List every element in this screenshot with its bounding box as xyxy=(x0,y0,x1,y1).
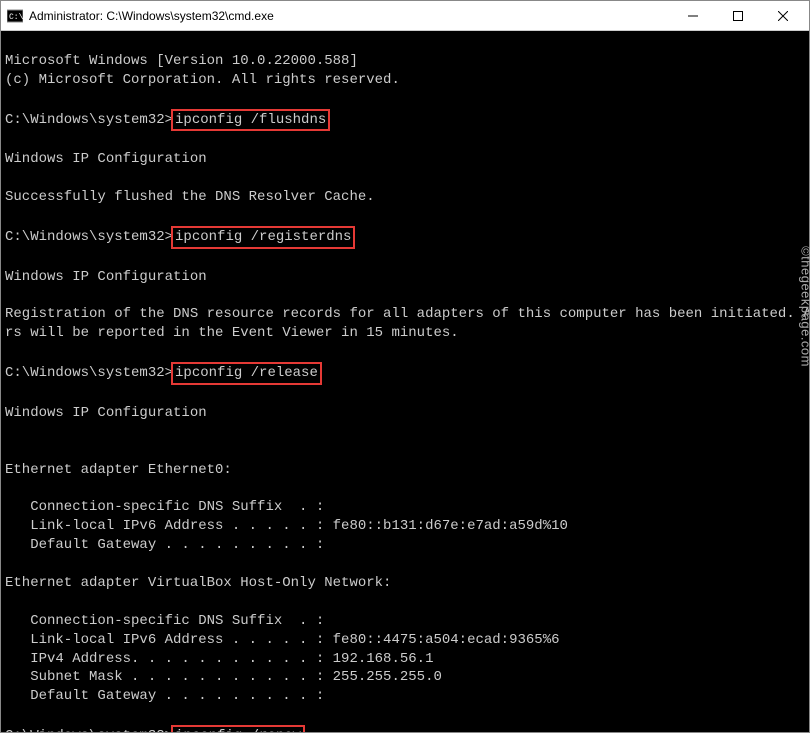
output-line: Default Gateway . . . . . . . . . : xyxy=(5,537,324,553)
output-line: Link-local IPv6 Address . . . . . : fe80… xyxy=(5,632,560,648)
titlebar: C:\ Administrator: C:\Windows\system32\c… xyxy=(1,1,809,31)
terminal-output[interactable]: Microsoft Windows [Version 10.0.22000.58… xyxy=(1,31,809,732)
svg-text:C:\: C:\ xyxy=(9,13,23,22)
prompt-line: C:\Windows\system32>ipconfig /release xyxy=(5,365,322,381)
cmd-icon: C:\ xyxy=(7,8,23,24)
copyright-line: (c) Microsoft Corporation. All rights re… xyxy=(5,72,400,88)
output-line: Successfully flushed the DNS Resolver Ca… xyxy=(5,189,375,205)
maximize-button[interactable] xyxy=(715,2,760,30)
output-line: Windows IP Configuration xyxy=(5,151,207,167)
minimize-button[interactable] xyxy=(670,2,715,30)
output-line: Windows IP Configuration xyxy=(5,405,207,421)
output-line: Default Gateway . . . . . . . . . : xyxy=(5,688,324,704)
output-line: Subnet Mask . . . . . . . . . . . : 255.… xyxy=(5,669,442,685)
prompt: C:\Windows\system32> xyxy=(5,365,173,381)
prompt-line: C:\Windows\system32>ipconfig /renew xyxy=(5,728,305,732)
cmd-renew: ipconfig /renew xyxy=(171,725,305,732)
prompt: C:\Windows\system32> xyxy=(5,728,173,732)
cmd-flushdns: ipconfig /flushdns xyxy=(171,109,330,132)
adapter-header: Ethernet adapter VirtualBox Host-Only Ne… xyxy=(5,575,391,591)
prompt-line: C:\Windows\system32>ipconfig /registerdn… xyxy=(5,229,355,245)
cmd-window: C:\ Administrator: C:\Windows\system32\c… xyxy=(0,0,810,733)
output-line: Link-local IPv6 Address . . . . . : fe80… xyxy=(5,518,568,534)
version-line: Microsoft Windows [Version 10.0.22000.58… xyxy=(5,53,358,69)
output-line: Connection-specific DNS Suffix . : xyxy=(5,613,324,629)
adapter-header: Ethernet adapter Ethernet0: xyxy=(5,462,232,478)
prompt: C:\Windows\system32> xyxy=(5,229,173,245)
output-line: Windows IP Configuration xyxy=(5,269,207,285)
window-title: Administrator: C:\Windows\system32\cmd.e… xyxy=(29,9,670,23)
output-line: Registration of the DNS resource records… xyxy=(5,306,809,322)
output-line: Connection-specific DNS Suffix . : xyxy=(5,499,324,515)
close-button[interactable] xyxy=(760,2,805,30)
cmd-registerdns: ipconfig /registerdns xyxy=(171,226,355,249)
prompt-line: C:\Windows\system32>ipconfig /flushdns xyxy=(5,112,330,128)
watermark: ©thegeekpage.com xyxy=(799,246,810,367)
cmd-release: ipconfig /release xyxy=(171,362,322,385)
window-controls xyxy=(670,2,805,30)
output-line: rs will be reported in the Event Viewer … xyxy=(5,325,459,341)
prompt: C:\Windows\system32> xyxy=(5,112,173,128)
output-line: IPv4 Address. . . . . . . . . . . : 192.… xyxy=(5,651,433,667)
